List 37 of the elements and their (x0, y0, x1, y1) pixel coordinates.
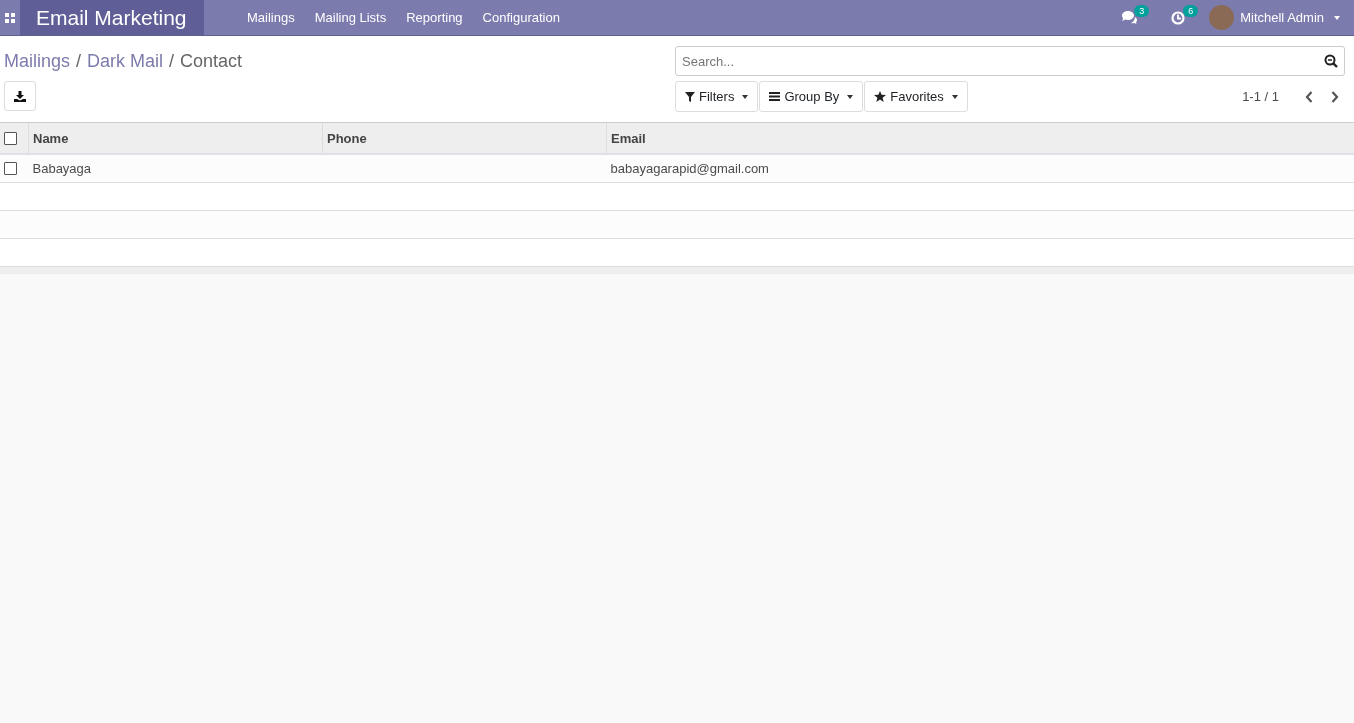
download-button[interactable] (4, 81, 36, 111)
search-field[interactable]: Search... (675, 46, 1345, 76)
app-name[interactable]: Email Marketing (20, 0, 204, 35)
chevron-left-icon (1305, 90, 1313, 103)
table-cell: babayagarapid@gmail.com (610, 161, 769, 176)
caret-icon[interactable] (1334, 15, 1340, 20)
breadcrumb-link[interactable]: Mailings (4, 50, 71, 72)
chevron-right-icon (1331, 90, 1339, 103)
column-header[interactable]: Phone (322, 123, 607, 154)
select-all-checkbox[interactable] (4, 131, 17, 145)
row-checkbox[interactable] (4, 162, 17, 175)
breadcrumb-link[interactable]: Dark Mail (87, 50, 164, 72)
list-icon (769, 92, 781, 101)
menu-item[interactable]: Mailings (237, 10, 305, 25)
table-cell: Babayaga (32, 161, 92, 176)
column-header[interactable]: Email (606, 123, 1354, 154)
breadcrumb-separator: / (76, 50, 82, 72)
clock-icon[interactable] (1171, 10, 1186, 25)
chat-bubbles-icon[interactable] (1122, 11, 1138, 24)
search-option-button[interactable]: Filters (675, 81, 759, 112)
column-header[interactable]: Name (28, 123, 323, 154)
search-icon[interactable] (1324, 54, 1338, 68)
star-icon (874, 91, 887, 102)
search-option-button[interactable]: Group By (759, 81, 864, 112)
download-icon (14, 90, 26, 102)
pager-value: 1-1 / 1 (1242, 89, 1279, 104)
activity-count-badge: 6 (1183, 4, 1199, 17)
breadcrumb-separator: / (169, 50, 175, 72)
menu-item[interactable]: Mailing Lists (304, 10, 397, 25)
apps-grid-icon[interactable] (5, 12, 15, 23)
message-count-badge: 3 (1134, 5, 1150, 17)
filter-icon (685, 91, 695, 102)
menu-item[interactable]: Reporting (396, 10, 473, 25)
search-option-button[interactable]: Favorites (864, 81, 968, 112)
breadcrumb-current: Contact (180, 50, 243, 72)
menu-item[interactable]: Configuration (472, 10, 570, 25)
user-name[interactable]: Mitchell Admin (1240, 10, 1324, 25)
